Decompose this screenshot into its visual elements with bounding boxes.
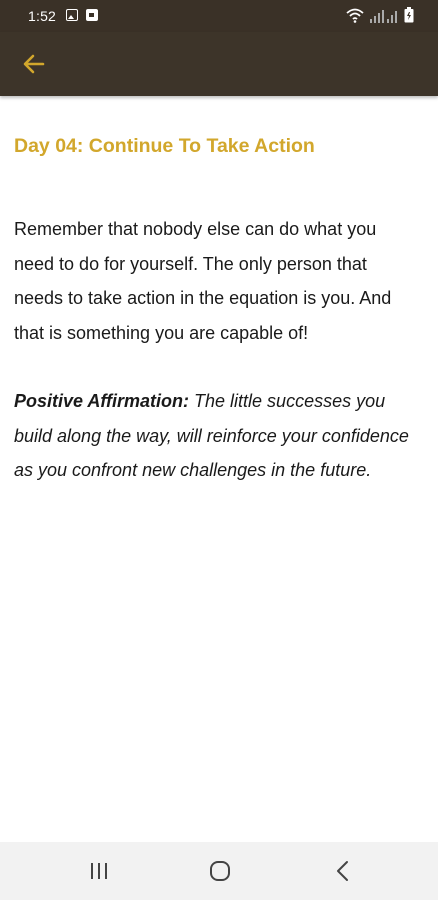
arrow-left-icon [23,54,45,74]
wifi-icon [346,7,364,23]
home-icon [210,861,230,881]
system-nav-bar [0,842,438,900]
recents-button[interactable] [86,858,112,884]
positive-affirmation: Positive Affirmation: The little success… [14,384,418,488]
status-bar: 1:52 [0,0,438,32]
screen: 1:52 Day 04: Continue To Take Action Rem… [0,0,438,900]
app-bar [0,32,438,96]
article-title: Day 04: Continue To Take Action [14,135,315,157]
back-button[interactable] [20,50,48,78]
affirmation-label: Positive Affirmation: [14,391,190,411]
image-icon [66,9,78,21]
back-icon [337,861,348,881]
battery-icon [404,7,414,23]
article-body: Remember that nobody else can do what yo… [14,219,392,343]
article-content: Day 04: Continue To Take Action Remember… [14,128,418,506]
status-left-icons [66,9,98,21]
status-right-icons [346,7,414,23]
calendar-icon [86,9,98,21]
status-time: 1:52 [28,8,57,24]
signal-icon [369,9,399,23]
nav-back-button[interactable] [330,858,356,884]
home-button[interactable] [207,858,233,884]
recents-icon [91,863,107,879]
